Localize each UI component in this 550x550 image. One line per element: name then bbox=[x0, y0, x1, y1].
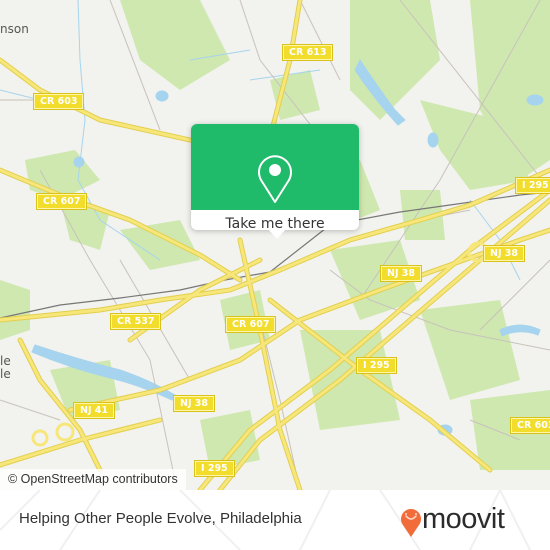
road-shield: CR 603 bbox=[32, 93, 85, 110]
popup-pointer bbox=[268, 229, 286, 239]
road-shield: I 295 bbox=[515, 177, 550, 194]
road-shield: I 295 bbox=[356, 357, 397, 374]
place-label-town: le le bbox=[0, 354, 11, 381]
map-view[interactable]: nson le le CR 613 CR 603 CR 607 I 295 NJ… bbox=[0, 0, 550, 490]
map-attribution[interactable]: © OpenStreetMap contributors bbox=[0, 469, 186, 490]
road-shield: CR 537 bbox=[109, 313, 162, 330]
road-shield: NJ 41 bbox=[72, 402, 116, 419]
road-shield: CR 613 bbox=[281, 44, 334, 61]
road-shield: CR 607 bbox=[224, 316, 277, 333]
popup-header bbox=[191, 124, 359, 210]
location-pin-icon bbox=[258, 155, 292, 203]
location-popup: Take me there bbox=[191, 124, 359, 232]
place-title: Helping Other People Evolve, Philadelphi… bbox=[19, 510, 302, 527]
road-shield: I 295 bbox=[194, 460, 235, 477]
road-shield: CR 603 bbox=[509, 417, 550, 434]
road-shield: CR 607 bbox=[35, 193, 88, 210]
place-label-town: nson bbox=[0, 22, 29, 36]
footer-bar: Helping Other People Evolve, Philadelphi… bbox=[0, 490, 550, 550]
road-shield: NJ 38 bbox=[379, 265, 423, 282]
moovit-pin-icon bbox=[401, 509, 421, 537]
road-shield: NJ 38 bbox=[172, 395, 216, 412]
moovit-wordmark: moovit bbox=[422, 503, 505, 535]
take-me-there-button[interactable]: Take me there bbox=[191, 210, 359, 232]
road-shield: NJ 38 bbox=[482, 245, 526, 262]
